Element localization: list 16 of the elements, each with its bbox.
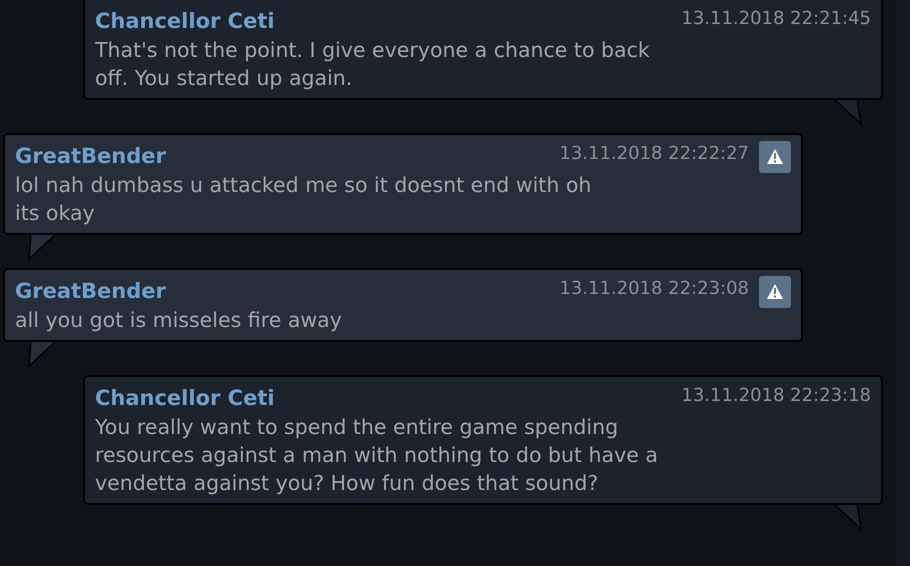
author-name: Chancellor Ceti xyxy=(95,386,275,410)
author-name: Chancellor Ceti xyxy=(95,9,275,33)
message-text: lol nah dumbass u attacked me so it doesnt end with oh its okay xyxy=(15,172,592,227)
warning-icon xyxy=(765,282,785,302)
timestamp: 13.11.2018 22:22:27 xyxy=(559,142,749,164)
report-button[interactable] xyxy=(759,276,791,308)
report-button[interactable] xyxy=(759,141,791,173)
timestamp: 13.11.2018 22:23:08 xyxy=(559,277,749,299)
author-name: GreatBender xyxy=(15,144,166,168)
message-text: You really want to spend the entire game spending resources against a man with nothing to do but have a vendetta against you? How fun does that sound? xyxy=(95,414,659,497)
timestamp: 13.11.2018 22:23:18 xyxy=(681,384,871,406)
timestamp: 13.11.2018 22:21:45 xyxy=(681,7,871,29)
message-text: That's not the point. I give everyone a chance to back off. You started up again. xyxy=(95,37,651,92)
author-name: GreatBender xyxy=(15,279,166,303)
warning-icon xyxy=(765,147,785,167)
message-text: all you got is misseles fire away xyxy=(15,307,343,334)
